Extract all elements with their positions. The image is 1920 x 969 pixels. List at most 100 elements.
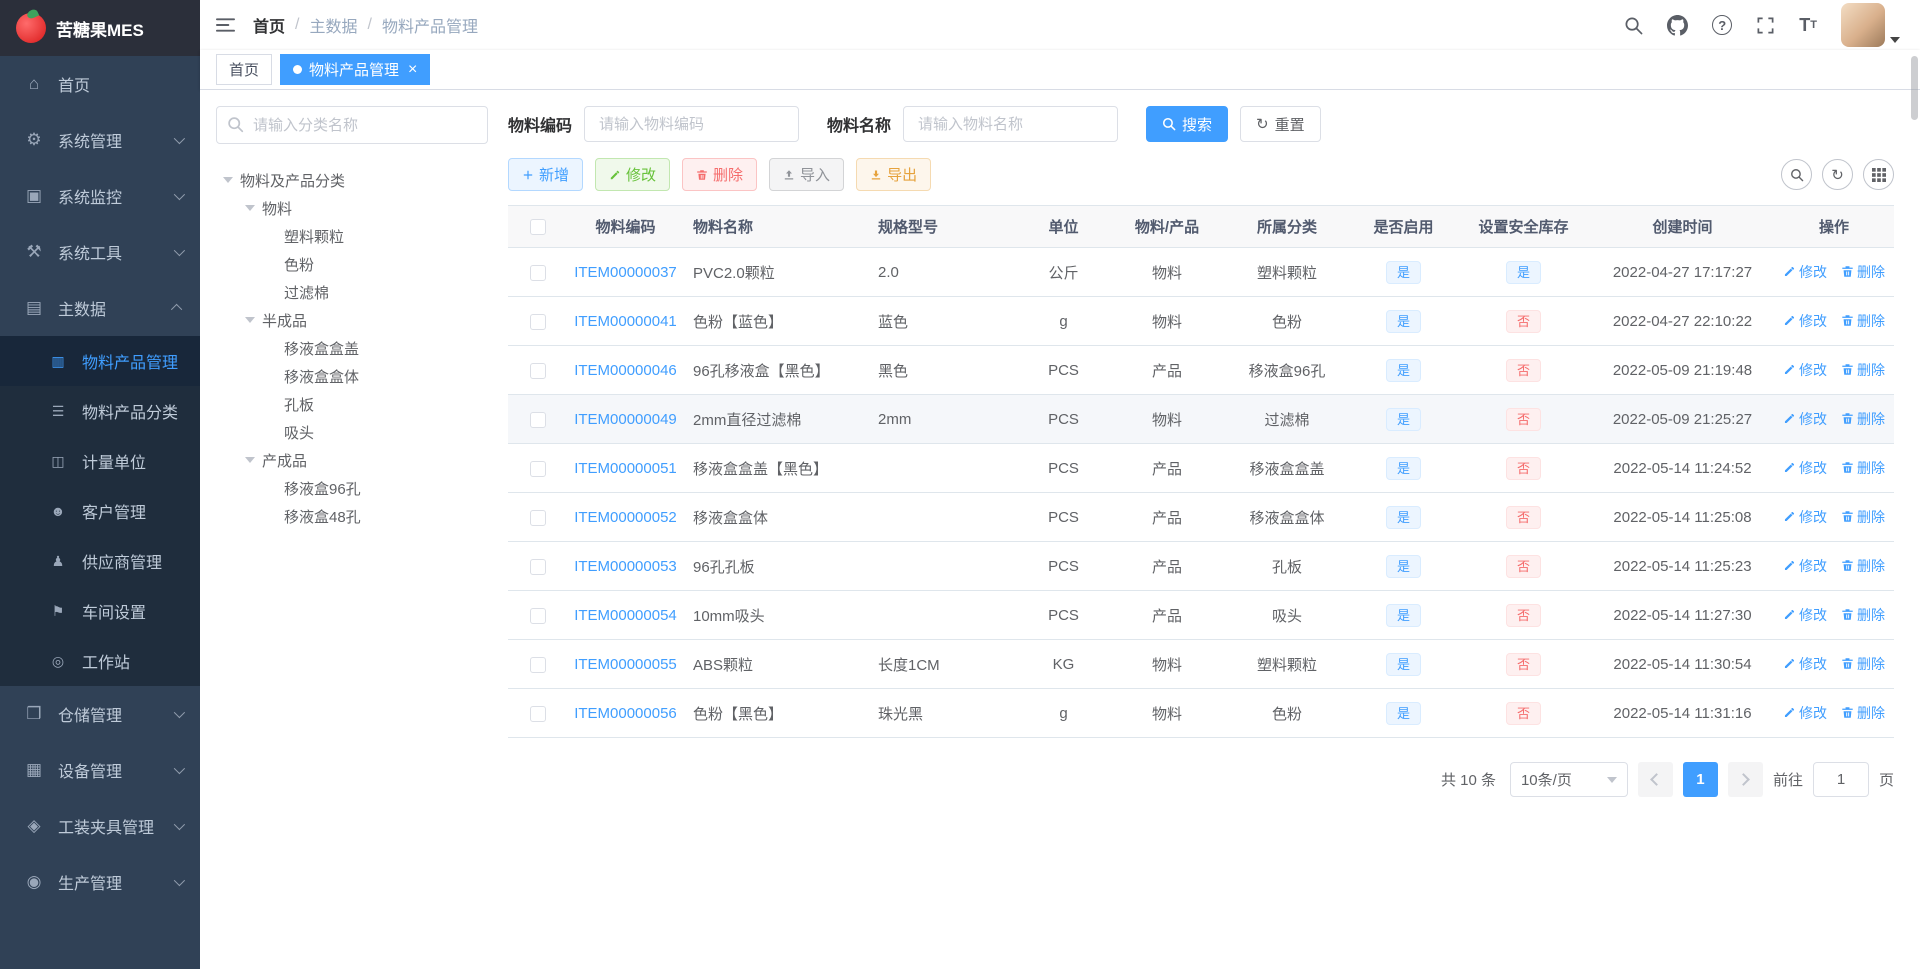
sidebar-subitem[interactable]: ☻ 客户管理 xyxy=(0,486,200,536)
row-edit-button[interactable]: 修改 xyxy=(1783,605,1827,625)
tree-node[interactable]: 塑料颗粒 xyxy=(216,222,488,250)
tab-0[interactable]: 首页 xyxy=(216,54,273,85)
row-checkbox[interactable] xyxy=(530,705,546,722)
row-checkbox[interactable] xyxy=(530,656,546,673)
import-button[interactable]: 导入 xyxy=(769,158,845,191)
avatar[interactable] xyxy=(1841,3,1885,47)
toggle-search-button[interactable] xyxy=(1781,159,1812,190)
search-icon[interactable] xyxy=(1624,16,1643,35)
row-delete-button[interactable]: 删除 xyxy=(1841,458,1885,478)
row-delete-button[interactable]: 删除 xyxy=(1841,556,1885,576)
tree-node[interactable]: 过滤棉 xyxy=(216,278,488,306)
add-button[interactable]: 新增 xyxy=(508,158,584,191)
item-code-link[interactable]: ITEM00000046 xyxy=(574,362,677,379)
next-page-button[interactable] xyxy=(1727,762,1763,797)
row-edit-button[interactable]: 修改 xyxy=(1783,654,1827,674)
row-checkbox[interactable] xyxy=(530,313,546,330)
sidebar-subitem[interactable]: ♟ 供应商管理 xyxy=(0,536,200,586)
sidebar-item[interactable]: ▦ 设备管理 xyxy=(0,742,200,798)
tree-node[interactable]: 移液盒盒体 xyxy=(216,362,488,390)
row-edit-button[interactable]: 修改 xyxy=(1783,311,1827,331)
tree-node[interactable]: 孔板 xyxy=(216,390,488,418)
row-delete-button[interactable]: 删除 xyxy=(1841,311,1885,331)
row-delete-button[interactable]: 删除 xyxy=(1841,703,1885,723)
item-code-link[interactable]: ITEM00000055 xyxy=(574,656,677,673)
edit-button[interactable]: 修改 xyxy=(595,158,671,191)
sidebar-subitem[interactable]: ⚑ 车间设置 xyxy=(0,586,200,636)
help-icon[interactable]: ? xyxy=(1712,15,1733,35)
tree-node[interactable]: 半成品 xyxy=(216,306,488,334)
page-size-select[interactable]: 10条/页 xyxy=(1509,762,1628,797)
tree-node[interactable]: 移液盒盒盖 xyxy=(216,334,488,362)
tree-node[interactable]: 吸头 xyxy=(216,418,488,446)
goto-page-input[interactable] xyxy=(1812,762,1869,797)
sidebar-item[interactable]: ◈ 工装夹具管理 xyxy=(0,798,200,854)
row-edit-button[interactable]: 修改 xyxy=(1783,703,1827,723)
hamburger-icon[interactable] xyxy=(216,17,235,33)
prev-page-button[interactable] xyxy=(1637,762,1673,797)
close-icon[interactable]: × xyxy=(408,61,417,78)
row-delete-button[interactable]: 删除 xyxy=(1841,262,1885,282)
sidebar-item[interactable]: ⌂ 首页 xyxy=(0,56,200,112)
row-edit-button[interactable]: 修改 xyxy=(1783,507,1827,527)
item-code-link[interactable]: ITEM00000053 xyxy=(574,558,677,575)
item-name-input[interactable] xyxy=(903,106,1119,142)
sidebar-subitem[interactable]: ◫ 计量单位 xyxy=(0,436,200,486)
item-code-link[interactable]: ITEM00000049 xyxy=(574,411,677,428)
search-button[interactable]: 搜索 xyxy=(1146,106,1229,142)
item-code-link[interactable]: ITEM00000056 xyxy=(574,705,677,722)
export-button[interactable]: 导出 xyxy=(856,158,932,191)
delete-button[interactable]: 删除 xyxy=(682,158,758,191)
user-menu[interactable] xyxy=(1841,3,1900,47)
row-delete-button[interactable]: 删除 xyxy=(1841,507,1885,527)
category-search-input[interactable] xyxy=(216,106,488,144)
row-delete-button[interactable]: 删除 xyxy=(1841,654,1885,674)
item-code-link[interactable]: ITEM00000054 xyxy=(574,607,677,624)
scrollbar-thumb[interactable] xyxy=(1911,56,1918,120)
breadcrumb-item[interactable]: 首页 xyxy=(253,13,285,37)
refresh-button[interactable]: ↻ xyxy=(1822,159,1853,190)
sidebar-subitem[interactable]: ▥ 物料产品管理 xyxy=(0,336,200,386)
row-edit-button[interactable]: 修改 xyxy=(1783,458,1827,478)
page-button-1[interactable]: 1 xyxy=(1682,762,1718,797)
sidebar-subitem[interactable]: ☰ 物料产品分类 xyxy=(0,386,200,436)
select-all-checkbox[interactable] xyxy=(530,219,546,236)
fullscreen-icon[interactable] xyxy=(1756,16,1775,35)
font-size-icon[interactable]: TT xyxy=(1799,15,1817,36)
row-checkbox[interactable] xyxy=(530,607,546,624)
sidebar-item[interactable]: ▤ 主数据 xyxy=(0,280,200,336)
sidebar-item[interactable]: ◉ 生产管理 xyxy=(0,854,200,910)
tab-active[interactable]: 物料产品管理 × xyxy=(280,54,431,85)
row-checkbox[interactable] xyxy=(530,460,546,477)
row-edit-button[interactable]: 修改 xyxy=(1783,556,1827,576)
row-checkbox[interactable] xyxy=(530,362,546,379)
row-checkbox[interactable] xyxy=(530,509,546,526)
sidebar-item[interactable]: ⚙ 系统管理 xyxy=(0,112,200,168)
row-edit-button[interactable]: 修改 xyxy=(1783,262,1827,282)
sidebar-item[interactable]: ▣ 系统监控 xyxy=(0,168,200,224)
tree-node[interactable]: 移液盒96孔 xyxy=(216,474,488,502)
item-code-link[interactable]: ITEM00000041 xyxy=(574,313,677,330)
row-checkbox[interactable] xyxy=(530,558,546,575)
tree-node[interactable]: 物料及产品分类 xyxy=(216,166,488,194)
tree-node[interactable]: 移液盒48孔 xyxy=(216,502,488,530)
row-delete-button[interactable]: 删除 xyxy=(1841,409,1885,429)
tree-node[interactable]: 产成品 xyxy=(216,446,488,474)
row-delete-button[interactable]: 删除 xyxy=(1841,360,1885,380)
sidebar-item[interactable]: ❒ 仓储管理 xyxy=(0,686,200,742)
app-logo[interactable]: 苦糖果MES xyxy=(0,0,200,56)
column-visibility-button[interactable] xyxy=(1863,159,1894,190)
row-checkbox[interactable] xyxy=(530,264,546,281)
sidebar-item[interactable]: ⚒ 系统工具 xyxy=(0,224,200,280)
row-delete-button[interactable]: 删除 xyxy=(1841,605,1885,625)
github-icon[interactable] xyxy=(1667,14,1689,36)
tree-node[interactable]: 色粉 xyxy=(216,250,488,278)
reset-button[interactable]: ↻ 重置 xyxy=(1240,106,1321,142)
row-checkbox[interactable] xyxy=(530,411,546,428)
tree-node[interactable]: 物料 xyxy=(216,194,488,222)
item-code-input[interactable] xyxy=(584,106,800,142)
sidebar-subitem[interactable]: ◎ 工作站 xyxy=(0,636,200,686)
item-code-link[interactable]: ITEM00000051 xyxy=(574,460,677,477)
item-code-link[interactable]: ITEM00000037 xyxy=(574,264,677,281)
row-edit-button[interactable]: 修改 xyxy=(1783,409,1827,429)
